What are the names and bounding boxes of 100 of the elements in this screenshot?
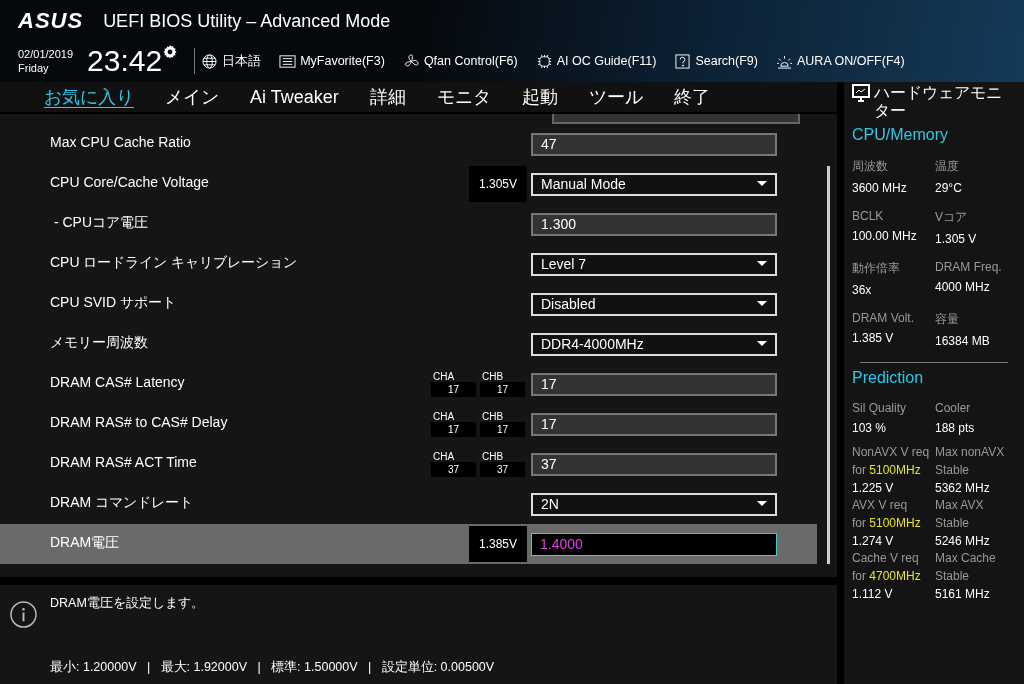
limits-text: 最小: 1.20000V | 最大: 1.92000V | 標準: 1.50000V | 設定単位: 0.00500V xyxy=(49,659,496,676)
menu-tab[interactable]: ツール xyxy=(588,82,674,112)
stat-label: AVX V req xyxy=(852,498,909,512)
stat-value: 188 pts xyxy=(935,421,976,435)
help-text: DRAM電圧を設定します。 xyxy=(50,595,204,612)
input-field[interactable]: 17 xyxy=(531,412,777,436)
settings-icon[interactable] xyxy=(162,44,179,60)
setting-label: DRAM電圧 xyxy=(50,534,121,552)
toolbar-button[interactable]: Search(F9) xyxy=(674,52,758,70)
channel-label: CHB xyxy=(481,451,505,462)
setting-row[interactable]: Max CPU Cache Ratio 47 xyxy=(0,124,817,164)
stat-label: Max nonAVX xyxy=(935,445,1006,459)
input-field[interactable] xyxy=(552,114,800,124)
stat-label: DRAM Volt. xyxy=(852,311,915,325)
stat-label: 容量 xyxy=(935,311,960,328)
stat-label: Vコア xyxy=(935,209,968,226)
list-icon xyxy=(279,53,297,69)
dropdown[interactable]: Level 7 xyxy=(531,252,777,276)
caret-icon xyxy=(757,261,767,267)
menu-tab[interactable]: 起動 xyxy=(521,82,589,112)
stat-value: 5246 MHz xyxy=(935,534,991,548)
setting-row[interactable]: メモリー周波数 DDR4-4000MHz xyxy=(0,324,817,364)
stat-label: Cooler xyxy=(935,401,972,415)
dropdown[interactable]: 2N xyxy=(531,492,777,516)
fan-icon xyxy=(402,53,420,69)
setting-row[interactable]: - CPUコア電圧 1.300 xyxy=(0,204,817,244)
monitor-icon xyxy=(852,84,870,102)
selected-row[interactable]: DRAM電圧 1.385V 1.4000 xyxy=(0,524,817,564)
stat-label: 周波数 xyxy=(852,158,889,175)
input-field[interactable]: 37 xyxy=(531,452,777,476)
channel-label: CHA xyxy=(432,451,456,462)
stat-label: for 4700MHz xyxy=(852,569,922,583)
dropdown[interactable]: DDR4-4000MHz xyxy=(531,332,777,356)
toolbar-button[interactable]: AI OC Guide(F11) xyxy=(535,52,657,70)
channel-value: 37 xyxy=(480,462,525,477)
stat-value: 103 % xyxy=(852,421,888,435)
stat-label: BCLK xyxy=(852,209,885,223)
input-field[interactable]: 1.300 xyxy=(531,212,777,236)
stat-value: 100.00 MHz xyxy=(852,229,918,243)
menu-tab[interactable]: 詳細 xyxy=(369,82,437,112)
stat-label: Stable xyxy=(935,569,971,583)
stat-label: NonAVX V req xyxy=(852,445,931,459)
logo: ASUS xyxy=(18,8,84,34)
setting-label: Max CPU Cache Ratio xyxy=(50,134,192,150)
caret-icon xyxy=(757,181,767,187)
channel-label: CHB xyxy=(481,371,505,382)
setting-row[interactable]: DRAM CAS# Latency CHA 17 CHB 17 17 xyxy=(0,364,817,404)
stat-value: 1.112 V xyxy=(852,587,894,601)
stat-value: 16384 MB xyxy=(935,334,991,348)
input-field[interactable]: 17 xyxy=(531,372,777,396)
stat-label: 動作倍率 xyxy=(852,260,901,277)
input-field[interactable]: 1.4000 xyxy=(531,532,777,556)
globe-icon xyxy=(201,53,219,69)
date: 02/01/2019 xyxy=(18,47,74,61)
stat-label: for 5100MHz xyxy=(852,463,922,477)
stat-value: 29°C xyxy=(935,181,963,195)
toolbar-button[interactable]: AURA ON/OFF(F4) xyxy=(776,52,905,70)
section-title: CPU/Memory xyxy=(852,126,949,144)
toolbar-button[interactable]: MyFavorite(F3) xyxy=(279,52,385,70)
stat-label: Stable xyxy=(935,463,971,477)
stat-label: Cache V req xyxy=(852,551,920,565)
channel-label: CHB xyxy=(481,411,505,422)
input-field[interactable]: 47 xyxy=(531,132,777,156)
menu-tab[interactable]: Ai Tweaker xyxy=(250,82,370,112)
voltage-reading: 1.385V xyxy=(469,526,527,562)
menu-tab[interactable]: 終了 xyxy=(673,82,741,112)
setting-label: CPU SVID サポート xyxy=(50,294,177,312)
channel-label: CHA xyxy=(432,371,456,382)
setting-row[interactable]: CPU SVID サポート Disabled xyxy=(0,284,817,324)
dropdown[interactable]: Manual Mode xyxy=(531,172,777,196)
channel-value: 17 xyxy=(431,422,476,437)
stat-value: 3600 MHz xyxy=(852,181,908,195)
menu-tab[interactable]: お気に入り xyxy=(44,82,165,112)
caret-icon xyxy=(757,301,767,307)
toolbar-button[interactable]: 日本語 xyxy=(201,52,262,70)
light-icon xyxy=(776,53,793,69)
dropdown[interactable]: Disabled xyxy=(531,292,777,316)
caret-icon xyxy=(757,341,767,347)
stat-label: Stable xyxy=(935,516,971,530)
weekday: Friday xyxy=(18,61,50,75)
setting-label: DRAM RAS# to CAS# Delay xyxy=(50,414,229,430)
menu-tab[interactable]: モニタ xyxy=(436,82,522,112)
setting-label: DRAM CAS# Latency xyxy=(50,374,186,390)
setting-row[interactable]: DRAM RAS# to CAS# Delay CHA 17 CHB 17 17 xyxy=(0,404,817,444)
section-title: Prediction xyxy=(852,369,925,387)
stat-value: 1.274 V xyxy=(852,534,895,548)
stat-label: Sil Quality xyxy=(852,401,908,415)
stat-label: Max Cache xyxy=(935,551,997,565)
stat-value: 1.305 V xyxy=(935,232,978,246)
scrollbar[interactable] xyxy=(827,166,830,564)
setting-row[interactable]: DRAM コマンドレート 2N xyxy=(0,484,817,524)
menu-tab[interactable]: メイン xyxy=(165,82,250,112)
setting-row[interactable]: DRAM RAS# ACT Time CHA 37 CHB 37 37 xyxy=(0,444,817,484)
stat-label: 温度 xyxy=(935,158,960,175)
stat-value: 4000 MHz xyxy=(935,280,991,294)
toolbar-button[interactable]: Qfan Control(F6) xyxy=(402,52,518,70)
setting-row[interactable]: CPU ロードライン キャリブレーション Level 7 xyxy=(0,244,817,284)
voltage-reading: 1.305V xyxy=(469,166,527,202)
setting-row[interactable]: CPU Core/Cache Voltage 1.305V Manual Mode xyxy=(0,164,817,204)
setting-label: メモリー周波数 xyxy=(50,334,149,352)
